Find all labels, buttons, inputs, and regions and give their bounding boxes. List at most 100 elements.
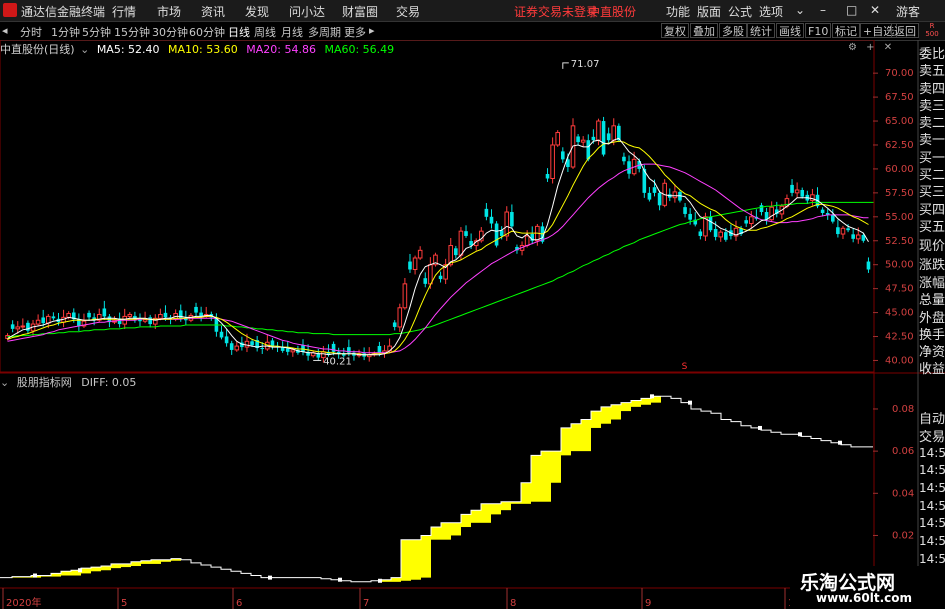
indicator-tick-label: 0.02 bbox=[892, 530, 914, 541]
side-panel-item[interactable]: 涨幅 bbox=[919, 276, 945, 291]
chart-grid bbox=[0, 40, 945, 609]
side-panel-item[interactable]: 卖五 bbox=[919, 64, 945, 79]
tab-period-15min[interactable]: 15分钟 bbox=[114, 24, 150, 40]
login-status[interactable]: 证券交易未登录 bbox=[514, 3, 598, 20]
tab-period-weekly[interactable]: 周线 bbox=[254, 24, 276, 40]
statistics-button[interactable]: 统计 bbox=[747, 23, 775, 38]
more-chevron-icon[interactable]: ▸ bbox=[369, 24, 375, 37]
side-panel-item[interactable]: 14:56 bbox=[919, 446, 945, 461]
side-panel-item[interactable]: 外盘 bbox=[919, 311, 945, 326]
chart-area[interactable]: 71.07 40.21 S 70.00 67.50 65.00 62.50 60.00 57.… bbox=[0, 40, 945, 609]
menu-item-wealth[interactable]: 财富圈 bbox=[342, 3, 378, 20]
side-panel-item[interactable]: 卖三 bbox=[919, 99, 945, 114]
draw-line-button[interactable]: 画线 bbox=[776, 23, 804, 38]
side-panel-item[interactable]: 卖四 bbox=[919, 82, 945, 97]
multi-stock-button[interactable]: 多股 bbox=[719, 23, 747, 38]
indicator-fill-step bbox=[421, 535, 431, 578]
settings-icon[interactable]: ⚙ bbox=[848, 42, 857, 53]
menu-bar: 通达信金融终端 行情 市场 资讯 发现 问小达 财富圈 交易 证券交易未登录 中… bbox=[0, 0, 945, 22]
mark-button[interactable]: 标记 bbox=[832, 23, 860, 38]
menu-item-function[interactable]: 功能 bbox=[666, 3, 690, 20]
side-panel-item[interactable]: 买五 bbox=[919, 220, 945, 235]
candle-body bbox=[331, 343, 336, 352]
side-panel-item[interactable]: 14:56 bbox=[919, 463, 945, 478]
tab-period-more[interactable]: 更多 bbox=[344, 24, 366, 40]
candle-body bbox=[158, 313, 163, 319]
side-panel-item[interactable]: 卖二 bbox=[919, 116, 945, 131]
price-tick-label: 65.00 bbox=[885, 116, 914, 127]
menu-item-news[interactable]: 资讯 bbox=[201, 3, 225, 20]
side-panel-item[interactable]: 14:56 bbox=[919, 552, 945, 567]
candle-body bbox=[458, 230, 464, 256]
f10-button[interactable]: F10 bbox=[805, 23, 832, 38]
close-icon[interactable]: ✕ bbox=[870, 3, 880, 17]
indicator-tick-label: 0.06 bbox=[892, 446, 914, 457]
candle-body bbox=[576, 136, 580, 143]
indicator-fill-step bbox=[521, 482, 531, 504]
maximize-icon[interactable]: □ bbox=[846, 3, 857, 17]
side-panel-item[interactable]: 交易 bbox=[919, 430, 945, 445]
tab-period-daily[interactable]: 日线 bbox=[228, 24, 250, 40]
candle-body bbox=[41, 317, 46, 324]
overlay-button[interactable]: 叠加 bbox=[690, 23, 718, 38]
tab-period-60min[interactable]: 60分钟 bbox=[189, 24, 225, 40]
price-tick-label: 67.50 bbox=[885, 92, 914, 103]
tab-period-30min[interactable]: 30分钟 bbox=[152, 24, 188, 40]
tab-period-monthly[interactable]: 月线 bbox=[281, 24, 303, 40]
back-button[interactable]: 返回 bbox=[891, 23, 919, 38]
menu-item-options[interactable]: 选项 bbox=[759, 3, 783, 20]
menu-item-discover[interactable]: 发现 bbox=[245, 3, 269, 20]
close-panel-icon[interactable]: ✕ bbox=[884, 42, 892, 53]
side-panel-item[interactable]: 净资 bbox=[919, 345, 945, 360]
side-panel-item[interactable]: 14:56 bbox=[919, 499, 945, 514]
side-panel-item[interactable]: 委比 bbox=[919, 47, 945, 62]
menu-item-formula[interactable]: 公式 bbox=[728, 3, 752, 20]
low-annotation-label: 40.21 bbox=[323, 356, 352, 367]
candle-body bbox=[244, 340, 250, 348]
side-panel-item[interactable]: 买一 bbox=[919, 151, 945, 166]
candle-body bbox=[769, 206, 774, 221]
menu-item-trade[interactable]: 交易 bbox=[396, 3, 420, 20]
candlestick-series bbox=[5, 116, 871, 363]
side-panel-item[interactable]: 总量 bbox=[919, 293, 945, 308]
side-panel-item[interactable]: 自动 bbox=[919, 412, 945, 427]
candle-body bbox=[647, 192, 652, 200]
side-panel-item[interactable]: 收益 bbox=[919, 362, 945, 377]
plus-icon[interactable]: + bbox=[866, 42, 874, 53]
indicator-chevron-icon[interactable]: ⌄ bbox=[0, 376, 9, 389]
side-panel-item[interactable]: 14:56 bbox=[919, 534, 945, 549]
indicator-tick-label: 0.04 bbox=[892, 488, 914, 499]
side-panel-item[interactable]: 现价 bbox=[919, 239, 945, 254]
side-panel-item[interactable]: 买四 bbox=[919, 203, 945, 218]
tab-period-multi[interactable]: 多周期 bbox=[308, 24, 341, 40]
menu-item-market[interactable]: 市场 bbox=[157, 3, 181, 20]
candle-body bbox=[489, 216, 494, 224]
indicator-fill-step bbox=[561, 427, 571, 456]
tab-period-timeshare[interactable]: 分时 bbox=[20, 24, 42, 40]
side-panel-item[interactable]: 换手 bbox=[919, 328, 945, 343]
guest-label[interactable]: 游客 bbox=[896, 3, 920, 20]
minimize-icon[interactable]: – bbox=[820, 3, 826, 17]
candle-body bbox=[683, 207, 687, 214]
side-panel-item[interactable]: 买三 bbox=[919, 185, 945, 200]
candle-body bbox=[484, 208, 489, 217]
side-panel-item[interactable]: 买二 bbox=[919, 168, 945, 183]
legend-chevron-icon[interactable]: ⌄ bbox=[80, 43, 89, 56]
side-panel-item[interactable]: 卖一 bbox=[919, 133, 945, 148]
candle-body bbox=[290, 349, 296, 353]
candle-body bbox=[423, 278, 428, 284]
indicator-fill-step bbox=[491, 503, 501, 515]
tab-period-5min[interactable]: 5分钟 bbox=[82, 24, 111, 40]
indicator-fill-step bbox=[131, 561, 141, 567]
side-panel-item[interactable]: 14:56 bbox=[919, 516, 945, 531]
chevron-down-icon[interactable]: ⌄ bbox=[795, 3, 805, 17]
tab-period-1min[interactable]: 1分钟 bbox=[51, 24, 80, 40]
adjust-button[interactable]: 复权 bbox=[661, 23, 689, 38]
menu-item-quotes[interactable]: 行情 bbox=[112, 3, 136, 20]
side-panel-item[interactable]: 涨跌 bbox=[919, 258, 945, 273]
side-panel-item[interactable]: 14:56 bbox=[919, 481, 945, 496]
toolbar-left-arrow-icon[interactable]: ◂ bbox=[2, 24, 8, 37]
indicator-fill-step bbox=[611, 404, 621, 420]
menu-item-layout[interactable]: 版面 bbox=[697, 3, 721, 20]
menu-item-ask[interactable]: 问小达 bbox=[289, 3, 325, 20]
